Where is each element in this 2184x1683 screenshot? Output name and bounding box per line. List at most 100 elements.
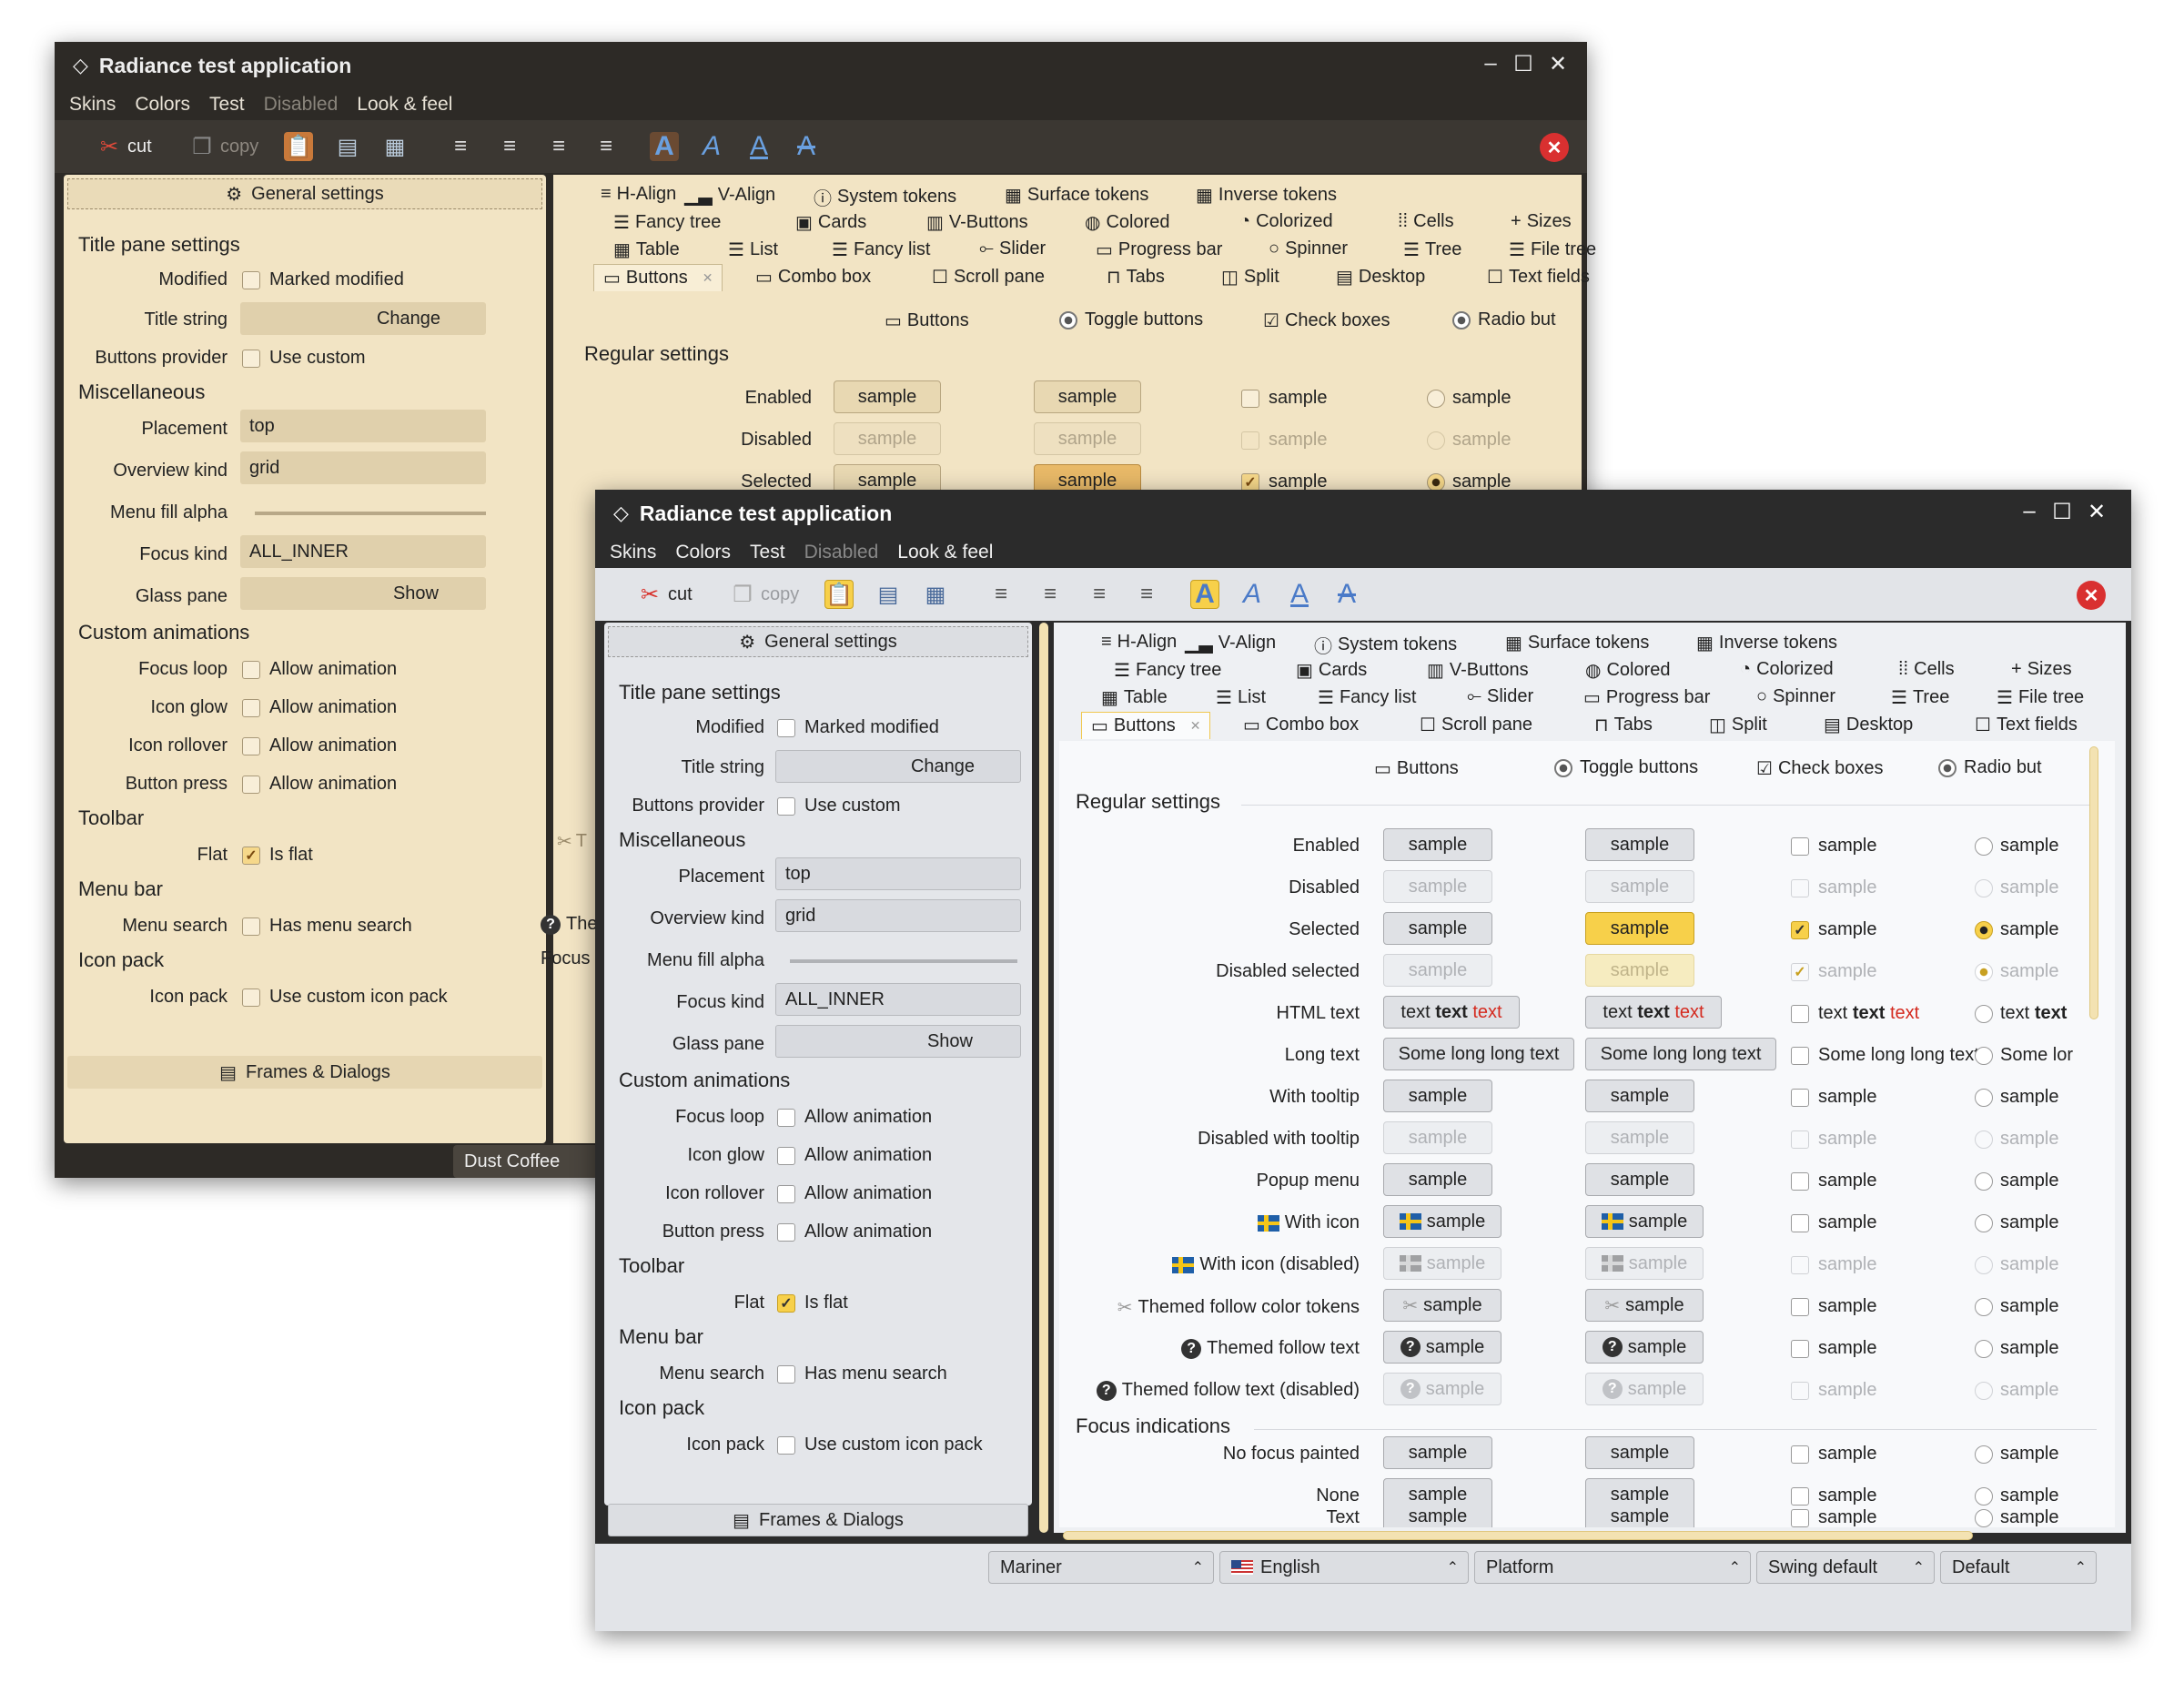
- strike-button[interactable]: A: [792, 129, 821, 164]
- back-tab-scroll-pane[interactable]: ☐ Scroll pane: [932, 266, 1045, 289]
- back-tab-system-tokens[interactable]: ⓘ System tokens: [814, 184, 956, 210]
- menu-test[interactable]: Test: [750, 542, 785, 563]
- popup-menu-checkbox[interactable]: sample: [1791, 1171, 1876, 1191]
- platform-combo[interactable]: Platform ⌃: [1474, 1551, 1751, 1584]
- themed-color-tokens-button[interactable]: ✂ sample: [1383, 1289, 1502, 1322]
- focus-loop-checkbox[interactable]: Allow animation: [777, 1107, 932, 1128]
- underline-button[interactable]: A: [744, 129, 774, 164]
- with-icon-toggle-button[interactable]: sample: [1585, 1205, 1704, 1238]
- selected-button[interactable]: sample: [1383, 912, 1492, 945]
- toolbar-close-icon[interactable]: ✕: [1540, 133, 1569, 162]
- doc-button[interactable]: ▤: [874, 577, 903, 612]
- tab-text-fields[interactable]: ☐ Text fields: [1975, 714, 2078, 736]
- button-press-checkbox[interactable]: Allow animation: [777, 1222, 932, 1242]
- minimize-icon[interactable]: –: [1476, 51, 1505, 76]
- overview-kind-field[interactable]: grid: [240, 451, 486, 484]
- with-icon-radio[interactable]: sample: [1975, 1212, 2058, 1233]
- with-tooltip-toggle-button[interactable]: sample: [1585, 1080, 1694, 1112]
- align-center-button[interactable]: ≡: [495, 129, 524, 164]
- doc-button[interactable]: ▤: [333, 129, 362, 164]
- none-focus-button[interactable]: sample: [1383, 1478, 1492, 1506]
- no-focus-radio[interactable]: sample: [1975, 1444, 2058, 1465]
- icon-glow-checkbox[interactable]: Allow animation: [777, 1145, 932, 1166]
- tab-tree[interactable]: ☰ Tree: [1891, 686, 1949, 709]
- menu-colors[interactable]: Colors: [135, 94, 190, 116]
- selected-checkbox[interactable]: ✓ sample: [1791, 919, 1876, 940]
- maximize-icon[interactable]: ☐: [1509, 51, 1538, 77]
- enabled-checkbox[interactable]: sample: [1791, 836, 1876, 857]
- tab-inverse-tokens[interactable]: ▦ Inverse tokens: [1696, 632, 1837, 654]
- long-text-button[interactable]: Some long long text: [1383, 1038, 1574, 1070]
- bold-button[interactable]: A: [1190, 577, 1219, 612]
- splitter[interactable]: [1039, 623, 1048, 1533]
- italic-button[interactable]: A: [697, 129, 726, 164]
- change-button[interactable]: Change: [775, 750, 1021, 783]
- tab-list[interactable]: ☰ List: [1216, 686, 1266, 709]
- selected-radio[interactable]: sample: [1975, 919, 2058, 940]
- menu-colors[interactable]: Colors: [675, 542, 731, 563]
- tab-progress-bar[interactable]: ▭ Progress bar: [1583, 686, 1710, 709]
- back-tab-h-align[interactable]: ≡ H-Align: [601, 184, 676, 205]
- align-justify-button[interactable]: ≡: [1132, 577, 1161, 612]
- swing-default-combo[interactable]: Swing default ⌃: [1756, 1551, 1935, 1584]
- back-enabled-toggle[interactable]: sample: [1034, 380, 1141, 413]
- align-center-button[interactable]: ≡: [1036, 577, 1065, 612]
- is-flat-checkbox[interactable]: ✓ Is flat: [242, 845, 313, 866]
- tab-system-tokens[interactable]: ⓘ System tokens: [1314, 632, 1457, 658]
- back-tab-text-fields[interactable]: ☐ Text fields: [1487, 266, 1590, 289]
- cut-button[interactable]: ✂ cut: [635, 577, 693, 612]
- cut-button[interactable]: ✂ cut: [95, 129, 152, 164]
- text-focus-button[interactable]: sample: [1383, 1506, 1492, 1527]
- text-focus-toggle-button[interactable]: sample: [1585, 1506, 1694, 1527]
- text-focus-radio[interactable]: sample: [1975, 1507, 2058, 1527]
- close-icon[interactable]: ✕: [2082, 499, 2111, 525]
- tab-v-buttons[interactable]: ▥ V-Buttons: [1427, 659, 1529, 682]
- back-enabled-radio[interactable]: sample: [1427, 388, 1511, 409]
- tab-combo-box[interactable]: ▭ Combo box: [1243, 714, 1359, 736]
- back-tab-cells[interactable]: ⁞⁞ Cells: [1398, 211, 1454, 232]
- back-tab-tree[interactable]: ☰ Tree: [1403, 238, 1461, 261]
- icon-rollover-checkbox[interactable]: Allow animation: [777, 1183, 932, 1204]
- custom-icon-pack-checkbox[interactable]: Use custom icon pack: [777, 1435, 983, 1455]
- back-title-bar[interactable]: ◇ Radiance test application – ☐ ✕: [55, 42, 1587, 89]
- menu-fill-alpha-slider[interactable]: [790, 959, 1017, 963]
- print-button[interactable]: ▦: [380, 129, 410, 164]
- tab-file-tree[interactable]: ☰ File tree: [1997, 686, 2084, 709]
- menu-skins[interactable]: Skins: [69, 94, 116, 116]
- tab-table[interactable]: ▦ Table: [1101, 686, 1168, 709]
- is-flat-checkbox[interactable]: ✓ Is flat: [777, 1293, 848, 1313]
- frames-dialogs-button[interactable]: ▤ Frames & Dialogs: [608, 1504, 1028, 1536]
- print-button[interactable]: ▦: [921, 577, 950, 612]
- placement-field[interactable]: top: [240, 410, 486, 442]
- html-text-button[interactable]: text text text: [1383, 996, 1520, 1029]
- long-text-toggle-button[interactable]: Some long long text: [1585, 1038, 1776, 1070]
- no-focus-button[interactable]: sample: [1383, 1436, 1492, 1469]
- tab-colorized[interactable]: ◔ Colorized: [1740, 659, 1834, 680]
- back-tab-table[interactable]: ▦ Table: [613, 238, 680, 261]
- back-tab-v-align[interactable]: ▁▃ V-Align: [684, 184, 775, 207]
- menu-test[interactable]: Test: [209, 94, 245, 116]
- tab-close-icon[interactable]: ✕: [1190, 718, 1201, 734]
- back-tab-progress-bar[interactable]: ▭ Progress bar: [1096, 238, 1222, 261]
- has-menu-search-checkbox[interactable]: Has menu search: [777, 1364, 947, 1384]
- button-press-checkbox[interactable]: Allow animation: [242, 774, 397, 795]
- align-left-button[interactable]: ≡: [986, 577, 1016, 612]
- tab-fancy-list[interactable]: ☰ Fancy list: [1318, 686, 1416, 709]
- overview-kind-field[interactable]: grid: [775, 899, 1021, 932]
- use-custom-checkbox[interactable]: Use custom: [777, 796, 901, 816]
- marked-modified-checkbox[interactable]: Marked modified: [777, 717, 939, 738]
- with-icon-button[interactable]: sample: [1383, 1205, 1502, 1238]
- align-justify-button[interactable]: ≡: [592, 129, 621, 164]
- back-tab-list[interactable]: ☰ List: [728, 238, 778, 261]
- tab-v-align[interactable]: ▁▃ V-Align: [1185, 632, 1276, 654]
- change-button[interactable]: Change: [240, 302, 486, 335]
- back-tab-file-tree[interactable]: ☰ File tree: [1509, 238, 1596, 261]
- align-right-button[interactable]: ≡: [544, 129, 573, 164]
- front-title-bar[interactable]: ◇ Radiance test application – ☐ ✕: [595, 490, 2131, 537]
- back-tab-inverse-tokens[interactable]: ▦ Inverse tokens: [1196, 184, 1337, 207]
- back-enabled-checkbox[interactable]: sample: [1241, 388, 1327, 409]
- html-text-checkbox[interactable]: text text text: [1791, 1003, 1919, 1024]
- back-tab-spinner[interactable]: ○ Spinner: [1269, 238, 1348, 259]
- tab-cells[interactable]: ⁞⁞ Cells: [1898, 659, 1955, 680]
- underline-button[interactable]: A: [1285, 577, 1314, 612]
